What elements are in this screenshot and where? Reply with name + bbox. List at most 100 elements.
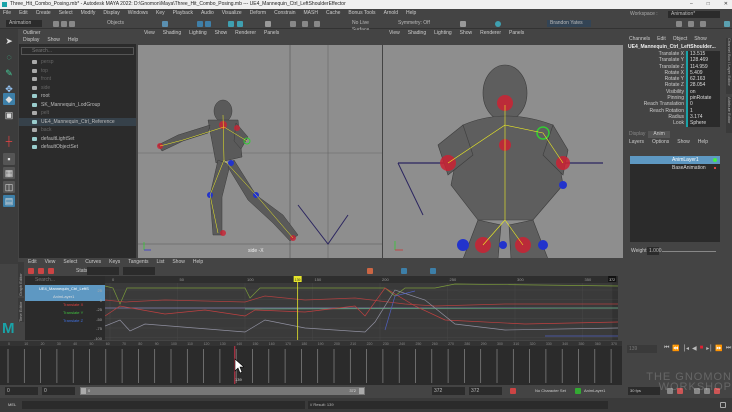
minimize-button[interactable]: – xyxy=(690,0,693,9)
menu-file[interactable]: File xyxy=(3,9,11,18)
ipr-render-icon[interactable] xyxy=(314,21,320,27)
normalize-icon[interactable] xyxy=(401,268,407,274)
menu-windows[interactable]: Windows xyxy=(128,9,148,18)
menu-modify[interactable]: Modify xyxy=(81,9,96,18)
four-view-layout-icon[interactable]: ▦ xyxy=(3,167,15,179)
viewport-persp[interactable]: View Shading Lighting Show Renderer Panels xyxy=(383,30,623,259)
stack-curves-icon[interactable] xyxy=(430,268,436,274)
anim-curve[interactable] xyxy=(104,289,619,333)
menu-arnold[interactable]: Arnold xyxy=(384,9,398,18)
graph-outliner-item[interactable]: UE4_Mannequin_Ctrl_LeftS xyxy=(25,285,105,293)
outliner-item[interactable]: defaultLightSet xyxy=(19,135,136,144)
start-time-field[interactable]: 0 xyxy=(5,387,38,395)
step-forward-key-icon[interactable]: ⏩ xyxy=(715,345,722,352)
layer-menu-options[interactable]: Options xyxy=(652,138,669,146)
last-tool-icon[interactable]: ┼ xyxy=(3,135,15,147)
stats-field-1[interactable] xyxy=(87,267,119,275)
command-input[interactable] xyxy=(22,401,305,409)
mel-label[interactable]: MEL xyxy=(8,402,16,407)
menu-bonus-tools[interactable]: Bonus Tools xyxy=(348,9,375,18)
graph-menu-edit[interactable]: Edit xyxy=(28,258,37,266)
tab-display[interactable]: Display xyxy=(629,131,645,138)
render-icon[interactable] xyxy=(302,21,308,27)
outliner-item[interactable]: UE4_Mannequin_Ctrl_Reference xyxy=(19,117,136,126)
channel-menu-edit[interactable]: Edit xyxy=(657,35,666,43)
new-scene-icon[interactable] xyxy=(53,21,59,27)
attribute-editor-side-tab[interactable]: Attribute Editor xyxy=(726,97,732,133)
weight-field[interactable]: 1.000 xyxy=(647,247,662,255)
graph-menu-keys[interactable]: Keys xyxy=(109,258,120,266)
range-start-handle[interactable] xyxy=(81,388,86,394)
step-forward-frame-icon[interactable]: ▸⎮ xyxy=(706,345,712,352)
graph-menu-show[interactable]: Show xyxy=(172,258,185,266)
auto-key-icon[interactable] xyxy=(510,388,516,394)
viewport-menu-show[interactable]: Show xyxy=(215,30,228,37)
outliner-item[interactable]: root xyxy=(19,92,136,101)
symmetry-dropdown[interactable]: Symmetry: Off xyxy=(395,20,435,27)
objects-mode[interactable]: Objects xyxy=(104,20,140,27)
menu-display[interactable]: Display xyxy=(103,9,119,18)
outliner-item[interactable]: top xyxy=(19,67,136,76)
menu-select[interactable]: Select xyxy=(59,9,73,18)
menu-cache[interactable]: Cache xyxy=(326,9,340,18)
viewport-menu-lighting[interactable]: Lighting xyxy=(434,30,452,37)
viewport-menu-view[interactable]: View xyxy=(389,30,400,37)
playback-end-field[interactable]: 372 xyxy=(432,387,465,395)
graph-outliner-item[interactable]: Translate Z xyxy=(25,317,105,325)
tab-anim[interactable]: Anim xyxy=(648,131,670,138)
scale-tool-icon[interactable]: ▣ xyxy=(3,109,15,121)
maximize-button[interactable]: □ xyxy=(707,0,710,9)
channel-menu-show[interactable]: Show xyxy=(694,35,707,43)
outliner-menu-show[interactable]: Show xyxy=(47,37,60,44)
weight-slider[interactable] xyxy=(662,251,716,252)
outliner-item[interactable]: defaultObjectSet xyxy=(19,143,136,152)
menuset-dropdown[interactable]: Animation xyxy=(6,20,42,27)
menu-audio[interactable]: Audio xyxy=(201,9,214,18)
outliner-item[interactable]: pelt xyxy=(19,109,136,118)
lock-icon[interactable] xyxy=(265,21,271,27)
viewport-menu-shading[interactable]: Shading xyxy=(408,30,426,37)
range-end-handle[interactable] xyxy=(359,388,364,394)
current-frame-field[interactable]: 139 xyxy=(627,345,657,353)
side-by-side-layout-icon[interactable]: ◫ xyxy=(3,181,15,193)
viewport-menu-panels[interactable]: Panels xyxy=(264,30,279,37)
menu-create[interactable]: Create xyxy=(36,9,51,18)
viewport-menu-lighting[interactable]: Lighting xyxy=(189,30,207,37)
user-account-dropdown[interactable]: Brandon Yates xyxy=(547,20,591,27)
layer-menu-show[interactable]: Show xyxy=(677,138,690,146)
outliner-item[interactable]: side xyxy=(19,84,136,93)
outliner-search-input[interactable]: Search... xyxy=(21,47,134,55)
snap-curve-icon[interactable] xyxy=(205,21,211,27)
menu-playback[interactable]: Playback xyxy=(173,9,193,18)
step-back-frame-icon[interactable]: ⎮◂ xyxy=(683,345,689,352)
channel-value[interactable]: Sphere xyxy=(686,120,720,127)
menu-constrain[interactable]: Constrain xyxy=(274,9,295,18)
go-to-start-icon[interactable]: ⏮ xyxy=(664,345,669,352)
viewport-canvas[interactable] xyxy=(383,45,623,259)
lattice-deform-icon[interactable] xyxy=(48,268,54,274)
anim-curve[interactable] xyxy=(104,295,618,307)
select-hierarchy-icon[interactable] xyxy=(162,21,168,27)
graph-curve-area[interactable]: 0 50 100 150 200 250 300 350 139 372 xyxy=(104,276,619,340)
close-button[interactable]: ✕ xyxy=(724,0,728,9)
go-to-end-icon[interactable]: ⏭ xyxy=(726,345,731,352)
outliner-item[interactable]: front xyxy=(19,75,136,84)
graph-menu-view[interactable]: View xyxy=(45,258,56,266)
menu-key[interactable]: Key xyxy=(156,9,165,18)
graph-menu-curves[interactable]: Curves xyxy=(85,258,101,266)
menu-edit[interactable]: Edit xyxy=(19,9,28,18)
workspace-dropdown[interactable]: Animation* xyxy=(668,11,720,18)
stop-icon[interactable]: ■ xyxy=(700,345,704,352)
outliner-item[interactable]: back xyxy=(19,126,136,135)
channel-box-side-tab[interactable]: Channel Box / Layer Editor xyxy=(726,38,732,94)
menu-visualize[interactable]: Visualize xyxy=(222,9,242,18)
tool-settings-icon[interactable] xyxy=(700,21,706,27)
time-editor-side-tab[interactable]: Time Editor xyxy=(18,298,24,322)
snap-grid-icon[interactable] xyxy=(197,21,203,27)
select-tool-icon[interactable]: ➤ xyxy=(3,35,15,47)
snap-view-icon[interactable] xyxy=(237,21,243,27)
anim-curve[interactable] xyxy=(104,283,619,305)
paint-select-icon[interactable]: ✎ xyxy=(3,67,15,79)
outliner-menu-display[interactable]: Display xyxy=(23,37,39,44)
viewport-menu-renderer[interactable]: Renderer xyxy=(235,30,256,37)
